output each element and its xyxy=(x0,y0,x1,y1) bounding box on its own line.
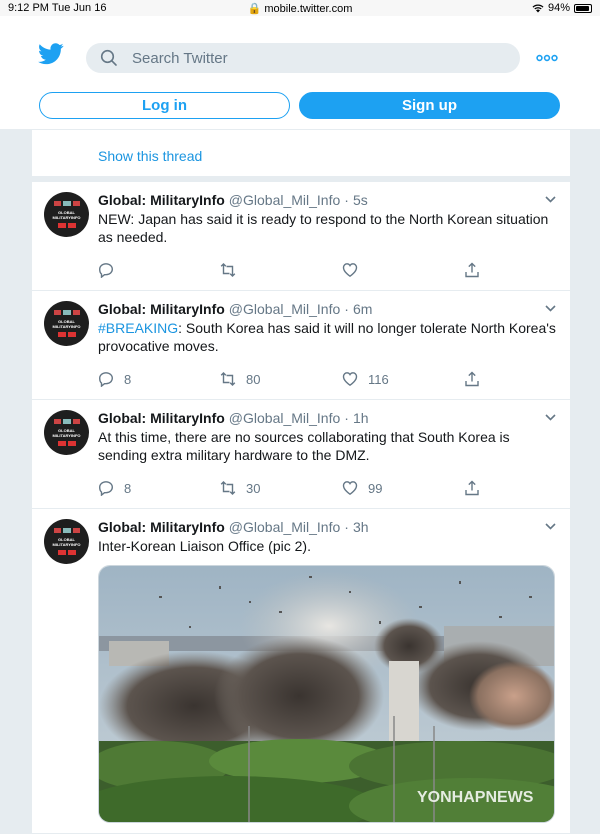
author-name[interactable]: Global: MilitaryInfo xyxy=(98,301,225,317)
status-indicators: 94% xyxy=(532,2,592,14)
avatar[interactable]: GLOBAL MILITARYINFO xyxy=(44,301,89,346)
heart-icon xyxy=(342,372,358,387)
browser-url[interactable]: 🔒 mobile.twitter.com xyxy=(0,2,600,15)
search-input[interactable] xyxy=(132,49,492,67)
tweet-actions: 8 30 99 xyxy=(98,478,558,498)
tweet-feed: Show this thread GLOBAL MILITARYINFO Glo… xyxy=(32,130,570,834)
avatar[interactable]: GLOBAL MILITARYINFO xyxy=(44,192,89,237)
avatar-text: GLOBAL MILITARYINFO xyxy=(52,210,81,220)
share-button[interactable] xyxy=(464,262,494,278)
tweet-text: At this time, there are no sources colla… xyxy=(98,429,510,463)
explosion-photo: YONHAPNEWS xyxy=(99,566,554,822)
separator: · xyxy=(344,519,349,535)
reply-count: 8 xyxy=(124,371,132,387)
separator: · xyxy=(344,301,349,317)
chevron-down-icon[interactable] xyxy=(545,414,556,421)
tweet-time[interactable]: 3h xyxy=(353,519,369,535)
avatar-flags xyxy=(54,201,80,206)
tweet-header: Global: MilitaryInfo @Global_Mil_Info · … xyxy=(98,519,558,535)
separator: · xyxy=(344,192,349,208)
avatar-flags xyxy=(54,310,80,315)
retweet-icon xyxy=(220,263,236,277)
retweet-icon xyxy=(220,481,236,495)
retweet-count: 30 xyxy=(246,480,261,496)
tweet-card[interactable]: GLOBAL MILITARYINFO Global: MilitaryInfo… xyxy=(32,291,570,400)
tweet-time[interactable]: 6m xyxy=(353,301,372,317)
share-icon xyxy=(465,262,479,278)
tweet-header: Global: MilitaryInfo @Global_Mil_Info · … xyxy=(98,301,558,317)
heart-icon xyxy=(342,263,358,278)
avatar-text: GLOBAL MILITARYINFO xyxy=(52,537,81,547)
search-icon xyxy=(100,49,117,66)
retweet-button[interactable]: 30 xyxy=(220,480,342,496)
chevron-down-icon[interactable] xyxy=(545,523,556,530)
show-thread-link[interactable]: Show this thread xyxy=(32,130,570,177)
twitter-bird-icon[interactable] xyxy=(38,43,64,65)
reply-button[interactable] xyxy=(98,262,220,278)
avatar[interactable]: GLOBAL MILITARYINFO xyxy=(44,410,89,455)
login-button[interactable]: Log in xyxy=(39,92,290,119)
author-name[interactable]: Global: MilitaryInfo xyxy=(98,410,225,426)
tweet-card[interactable]: GLOBAL MILITARYINFO Global: MilitaryInfo… xyxy=(32,182,570,291)
reply-icon xyxy=(98,263,114,278)
avatar-flags xyxy=(54,419,80,424)
retweet-button[interactable]: 80 xyxy=(220,371,342,387)
author-name[interactable]: Global: MilitaryInfo xyxy=(98,519,225,535)
ios-status-bar: 9:12 PM Tue Jun 16 🔒 mobile.twitter.com … xyxy=(0,0,600,16)
reply-icon xyxy=(98,481,114,496)
more-options-icon[interactable] xyxy=(536,52,558,64)
like-button[interactable]: 99 xyxy=(342,480,464,496)
twitter-header: Log in Sign up xyxy=(0,16,600,130)
battery-icon xyxy=(574,3,592,13)
separator: · xyxy=(344,410,349,426)
chevron-down-icon[interactable] xyxy=(545,196,556,203)
author-handle[interactable]: @Global_Mil_Info xyxy=(229,192,341,208)
avatar-text: GLOBAL MILITARYINFO xyxy=(52,319,81,329)
author-handle[interactable]: @Global_Mil_Info xyxy=(229,410,341,426)
tweet-header: Global: MilitaryInfo @Global_Mil_Info · … xyxy=(98,192,558,208)
reply-icon xyxy=(98,372,114,387)
tweet-text: Inter-Korean Liaison Office (pic 2). xyxy=(98,538,311,554)
reply-count: 8 xyxy=(124,480,132,496)
avatar[interactable]: GLOBAL MILITARYINFO xyxy=(44,519,89,564)
like-count: 99 xyxy=(368,480,383,496)
photo-watermark: YONHAPNEWS xyxy=(417,789,534,806)
battery-percent: 94% xyxy=(547,2,570,14)
like-button[interactable] xyxy=(342,262,464,278)
tweet-time[interactable]: 5s xyxy=(353,192,368,208)
tweet-header: Global: MilitaryInfo @Global_Mil_Info · … xyxy=(98,410,558,426)
like-count: 116 xyxy=(368,371,389,387)
tweet-time[interactable]: 1h xyxy=(353,410,369,426)
tweet-text: #BREAKING: South Korea has said it will … xyxy=(98,319,558,355)
tweet-actions: 8 80 116 xyxy=(98,369,558,389)
signup-button[interactable]: Sign up xyxy=(299,92,560,119)
search-bar[interactable] xyxy=(86,43,520,73)
tweet-card[interactable]: GLOBAL MILITARYINFO Global: MilitaryInfo… xyxy=(32,509,570,834)
author-name[interactable]: Global: MilitaryInfo xyxy=(98,192,225,208)
author-handle[interactable]: @Global_Mil_Info xyxy=(229,301,341,317)
retweet-button[interactable] xyxy=(220,262,342,278)
avatar-flags xyxy=(54,528,80,533)
tweet-actions xyxy=(98,260,558,280)
heart-icon xyxy=(342,481,358,496)
tweet-card[interactable]: GLOBAL MILITARYINFO Global: MilitaryInfo… xyxy=(32,400,570,509)
hashtag-link[interactable]: #BREAKING xyxy=(98,320,178,336)
tweet-photo[interactable]: YONHAPNEWS xyxy=(98,565,555,823)
retweet-icon xyxy=(220,372,236,386)
wifi-icon xyxy=(532,4,544,12)
share-button[interactable] xyxy=(464,480,494,496)
like-button[interactable]: 116 xyxy=(342,371,464,387)
share-icon xyxy=(465,480,479,496)
reply-button[interactable]: 8 xyxy=(98,480,220,496)
chevron-down-icon[interactable] xyxy=(545,305,556,312)
tweet-text: NEW: Japan has said it is ready to respo… xyxy=(98,211,549,245)
author-handle[interactable]: @Global_Mil_Info xyxy=(229,519,341,535)
reply-button[interactable]: 8 xyxy=(98,371,220,387)
retweet-count: 80 xyxy=(246,371,261,387)
share-button[interactable] xyxy=(464,371,494,387)
avatar-text: GLOBAL MILITARYINFO xyxy=(52,428,81,438)
share-icon xyxy=(465,371,479,387)
